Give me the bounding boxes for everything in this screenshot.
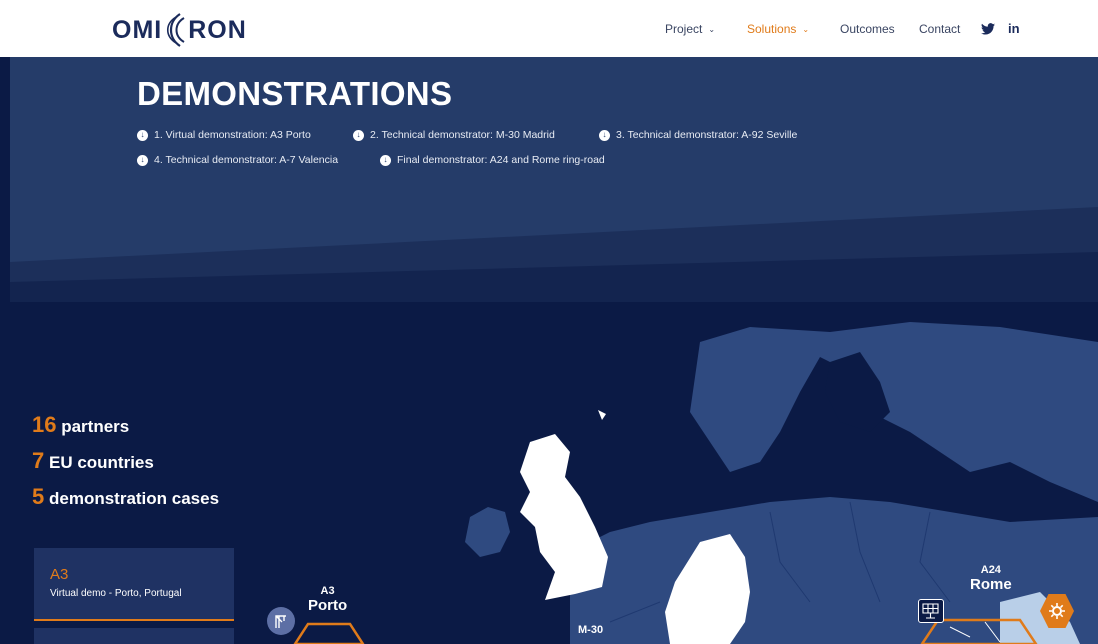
arrow-down-circle-icon: ↓ <box>599 129 610 141</box>
demo-card-a3[interactable]: A3 Virtual demo - Porto, Portugal <box>34 548 234 621</box>
map-land-island <box>598 410 606 420</box>
demo-link-seville[interactable]: ↓ 3. Technical demonstrator: A-92 Sevill… <box>599 129 797 141</box>
demo-link-rome[interactable]: ↓ Final demonstrator: A24 and Rome ring-… <box>380 154 605 166</box>
nav-item-project[interactable]: Project ⌄ <box>665 22 715 36</box>
arrow-down-circle-icon: ↓ <box>137 129 148 141</box>
map-land-scandinavia <box>690 322 1098 502</box>
demo-link-porto[interactable]: ↓ 1. Virtual demonstration: A3 Porto <box>137 129 311 141</box>
map-label-madrid[interactable]: M-30 <box>578 624 603 636</box>
arrow-down-circle-icon: ↓ <box>380 154 391 166</box>
demo-link-valencia[interactable]: ↓ 4. Technical demonstrator: A-7 Valenci… <box>137 154 338 166</box>
page-title: DEMONSTRATIONS <box>137 75 453 112</box>
nav-item-outcomes[interactable]: Outcomes <box>840 22 895 36</box>
solar-panel-icon <box>918 599 944 623</box>
chevron-down-icon: ⌄ <box>802 24 810 34</box>
map-label-rome[interactable]: A24 Rome <box>970 564 1012 593</box>
map-land-great-britain <box>520 434 608 600</box>
arrow-down-circle-icon: ↓ <box>137 154 148 166</box>
stat-partners: 16 partners <box>32 412 130 437</box>
demo-card-next[interactable] <box>34 628 234 644</box>
hero-section: DEMONSTRATIONS ↓ 1. Virtual demonstratio… <box>10 57 1098 302</box>
arrow-down-circle-icon: ↓ <box>353 129 364 141</box>
nav-item-contact[interactable]: Contact <box>919 22 960 36</box>
nav-item-solutions[interactable]: Solutions ⌄ <box>747 22 809 36</box>
stat-demo-cases: 5 demonstration cases <box>32 484 220 509</box>
linkedin-icon[interactable]: in <box>1008 21 1020 36</box>
map-label-porto[interactable]: A3 Porto <box>308 585 347 614</box>
stat-countries: 7 EU countries <box>32 448 154 473</box>
demo-link-madrid[interactable]: ↓ 2. Technical demonstrator: M-30 Madrid <box>353 129 555 141</box>
site-header: OMI RON Project ⌄ Solutions ⌄ Outcomes C… <box>0 0 1098 57</box>
map-land-ireland <box>465 507 510 557</box>
chevron-down-icon: ⌄ <box>708 24 716 34</box>
twitter-icon[interactable] <box>981 23 995 35</box>
porto-hex-marker <box>293 622 365 644</box>
main-nav: Project ⌄ Solutions ⌄ Outcomes Contact <box>0 22 1098 40</box>
card-active-indicator <box>34 619 234 621</box>
map-section: 16 partners 7 EU countries 5 demonstrati… <box>10 302 1098 644</box>
crane-icon <box>267 607 295 635</box>
